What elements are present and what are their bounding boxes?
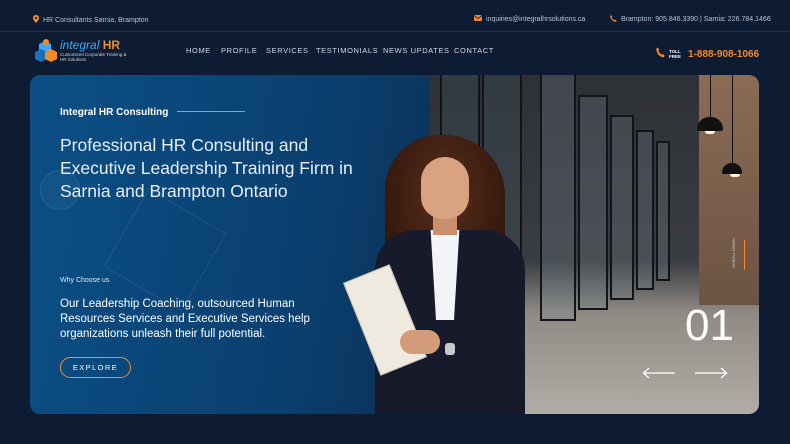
envelope-icon (473, 15, 483, 23)
scroll-down-indicator[interactable]: SCROLL DOWN (731, 238, 749, 270)
location-info: HR Consultants Sarnia, Brampton (33, 15, 148, 25)
hero-slider: Integral HR Consulting Professional HR C… (30, 75, 759, 414)
email-link[interactable]: inquiries@integralhrsolutions.ca (486, 16, 585, 23)
logo-wordmark: integral HR (60, 38, 121, 52)
why-choose-label: Why Choose us (60, 277, 110, 284)
hero-eyebrow: Integral HR Consulting (60, 107, 169, 118)
toll-free-phone[interactable]: TOLL FREE 1-888-908-1066 (656, 45, 759, 63)
nav-item-contact[interactable]: CONTACT (454, 46, 494, 55)
logo-mark-icon (35, 39, 57, 62)
arrow-left-icon[interactable] (642, 367, 676, 379)
nav-item-services[interactable]: SERVICES (266, 46, 309, 55)
toll-free-label: TOLL FREE (669, 49, 682, 59)
location-text: HR Consultants Sarnia, Brampton (43, 16, 149, 24)
explore-button[interactable]: EXPLORE (60, 357, 131, 378)
phone-icon (656, 45, 665, 63)
nav-item-news-updates[interactable]: NEWS UPDATES (383, 46, 450, 55)
nav-item-home[interactable]: HOME (186, 46, 211, 55)
phones-info: Brampton: 905.846.3390 | Sarnia: 226.784… (610, 15, 771, 24)
arrow-right-icon[interactable] (694, 367, 728, 379)
eyebrow-divider (177, 111, 245, 112)
nav-item-profile[interactable]: PROFILE (221, 46, 257, 55)
decorative-hexagon (103, 188, 227, 312)
nav-item-testimonials[interactable]: TESTIMONIALS (316, 46, 378, 55)
location-pin-icon (33, 15, 39, 25)
phone-icon (610, 15, 617, 24)
company-logo[interactable]: integral HR Customized Corporate Trainin… (33, 38, 128, 66)
top-info-bar: HR Consultants Sarnia, Brampton inquirie… (0, 0, 790, 32)
consultant-photo (343, 135, 535, 414)
wristwatch (445, 343, 455, 355)
email-info[interactable]: inquiries@integralhrsolutions.ca (473, 15, 585, 23)
ceiling-lamp (722, 163, 742, 177)
toll-free-number[interactable]: 1-888-908-1066 (688, 49, 759, 60)
slide-number: 01 (685, 301, 734, 350)
hero-headline: Professional HR Consulting and Executive… (60, 135, 353, 201)
phones-text: Brampton: 905.846.3390 | Sarnia: 226.784… (621, 16, 771, 23)
logo-tagline: Customized Corporate Training & HR Solut… (60, 52, 127, 62)
hero-description: Our Leadership Coaching, outsourced Huma… (60, 298, 310, 340)
